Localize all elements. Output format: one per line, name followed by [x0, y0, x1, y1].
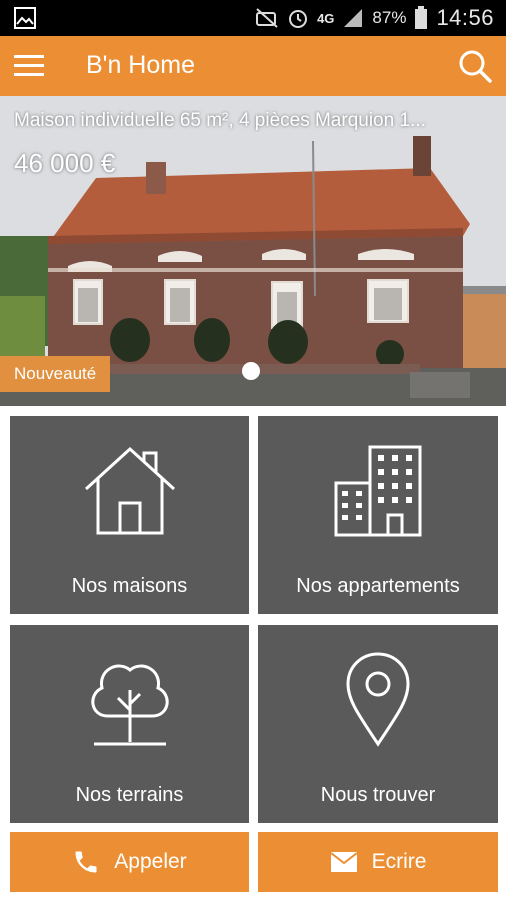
- app-bar: B'n Home: [0, 36, 506, 96]
- tree-icon: [91, 664, 168, 746]
- tile-find-us[interactable]: Nous trouver: [258, 625, 498, 823]
- battery-percent: 87%: [372, 8, 407, 27]
- tile-houses[interactable]: Nos maisons: [10, 416, 249, 614]
- signal-icon: [342, 7, 364, 29]
- network-type: 4G: [317, 10, 335, 26]
- tile-apartments[interactable]: Nos appartements: [258, 416, 498, 614]
- listing-title: Maison individuelle 65 m², 4 pièces Marq…: [14, 110, 426, 131]
- call-button[interactable]: Appeler: [10, 832, 249, 892]
- search-icon: [459, 50, 492, 83]
- tile-apartments-label: Nos appartements: [296, 575, 460, 597]
- battery-icon: [414, 6, 428, 30]
- clock: 14:56: [436, 5, 494, 30]
- gallery-notification-icon: [14, 7, 36, 29]
- tile-land-label: Nos terrains: [75, 784, 184, 806]
- menu-icon: [14, 55, 44, 76]
- write-button-label: Ecrire: [371, 850, 427, 873]
- building-icon: [334, 445, 422, 537]
- featured-listing[interactable]: Maison individuelle 65 m², 4 pièces Marq…: [0, 96, 506, 406]
- tile-land[interactable]: Nos terrains: [10, 625, 249, 823]
- alarm-icon: [287, 7, 309, 29]
- new-badge: Nouveauté: [0, 356, 111, 392]
- status-bar: 4G 87% 14:56: [0, 0, 506, 36]
- call-button-label: Appeler: [114, 850, 187, 873]
- mail-icon: [329, 852, 358, 872]
- tile-houses-label: Nos maisons: [71, 575, 188, 597]
- status-indicators: 4G 87% 14:56: [255, 4, 494, 32]
- house-icon: [84, 446, 175, 535]
- menu-button[interactable]: [14, 53, 44, 79]
- phone-icon: [75, 851, 97, 873]
- listing-price: 46 000 €: [14, 148, 116, 178]
- app-title: B'n Home: [86, 51, 195, 79]
- tile-find-us-label: Nous trouver: [320, 784, 436, 806]
- mute-icon: [255, 7, 279, 29]
- write-button[interactable]: Ecrire: [258, 832, 498, 892]
- carousel-indicator[interactable]: [242, 362, 260, 380]
- search-button[interactable]: [458, 49, 492, 83]
- location-pin-icon: [346, 652, 410, 747]
